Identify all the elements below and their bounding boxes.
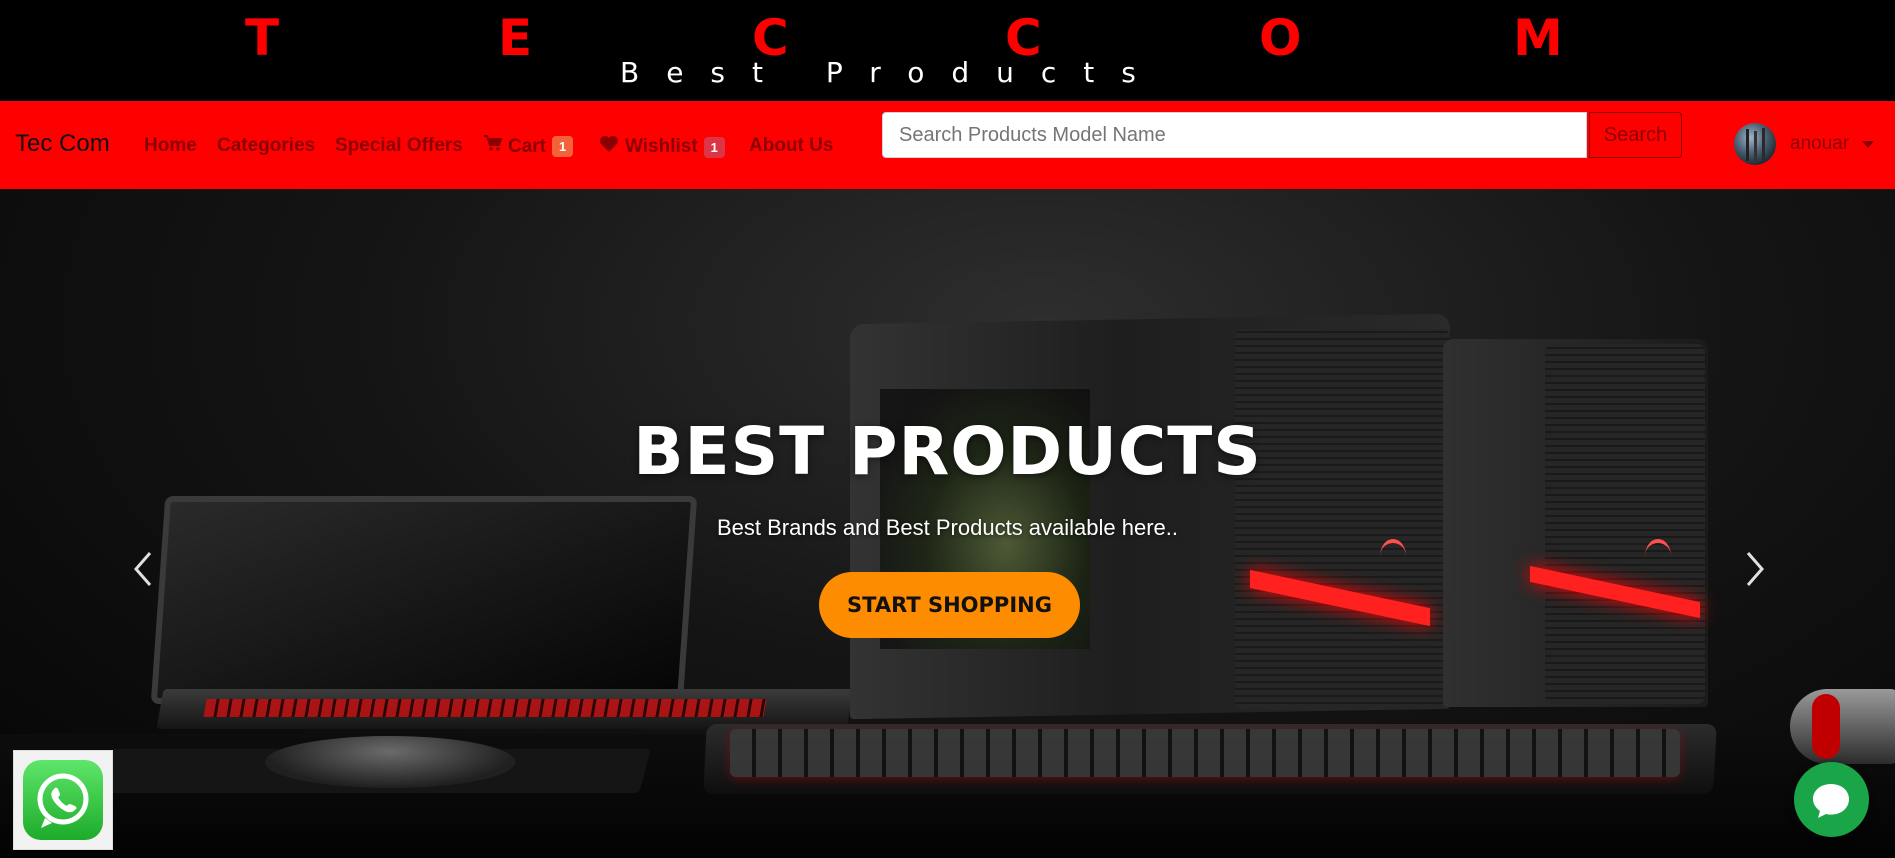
speaker-accent [1812, 694, 1840, 759]
wishlist-count-badge: 1 [703, 136, 725, 158]
user-name[interactable]: anouar [1790, 133, 1849, 155]
cart-count-badge: 1 [552, 136, 574, 157]
whatsapp-icon [23, 760, 103, 840]
tower-logo [1645, 539, 1671, 573]
whatsapp-button[interactable] [13, 750, 113, 850]
nav-link-special-offers[interactable]: Special Offers [335, 135, 463, 157]
nav-link-home[interactable]: Home [144, 135, 197, 157]
chat-button[interactable] [1794, 762, 1869, 837]
chevron-left-icon[interactable] [122, 539, 162, 599]
hero-carousel: BEST PRODUCTS Best Brands and Best Produ… [0, 189, 1895, 858]
start-shopping-button[interactable]: START SHOPPING [819, 572, 1080, 638]
navbar-brand[interactable]: Tec Com [15, 129, 110, 159]
heart-icon [599, 135, 619, 159]
tagline: Best Products [620, 56, 1163, 89]
tower-logo [1380, 539, 1406, 573]
speaker [1790, 689, 1895, 764]
logo-letter: T [245, 9, 280, 67]
hero-subtitle: Best Brands and Best Products available … [716, 515, 1179, 540]
nav-link-label: Cart [508, 135, 547, 157]
nav-link-label: Home [144, 135, 197, 156]
cart-icon [484, 135, 503, 158]
nav-link-cart[interactable]: Cart 1 [484, 135, 574, 158]
main-navbar: Tec Com Home Categories Special Offers C… [0, 101, 1895, 189]
nav-link-label: Special Offers [335, 135, 463, 156]
top-banner: T E C C O M Best Products [0, 0, 1895, 101]
nav-link-categories[interactable]: Categories [217, 135, 315, 157]
search-input[interactable] [882, 112, 1587, 158]
nav-link-label: Categories [217, 135, 316, 156]
keyboard-keys [730, 729, 1680, 777]
hero-title: BEST PRODUCTS [633, 413, 1262, 490]
gaming-mouse [265, 736, 515, 788]
chevron-right-icon[interactable] [1736, 539, 1776, 599]
logo-letter: M [1513, 9, 1563, 67]
nav-link-wishlist[interactable]: Wishlist 1 [599, 135, 725, 159]
laptop-keyboard [203, 699, 767, 717]
nav-link-label: About Us [749, 135, 834, 156]
logo-letter: E [498, 9, 533, 67]
search-button[interactable]: Search [1589, 112, 1682, 158]
nav-link-label: Wishlist [625, 136, 698, 157]
nav-link-about-us[interactable]: About Us [749, 135, 833, 157]
logo-letter: O [1259, 9, 1302, 67]
chat-bubble-icon [1794, 784, 1869, 841]
user-avatar[interactable] [1734, 123, 1776, 165]
caret-down-icon[interactable] [1862, 141, 1874, 148]
